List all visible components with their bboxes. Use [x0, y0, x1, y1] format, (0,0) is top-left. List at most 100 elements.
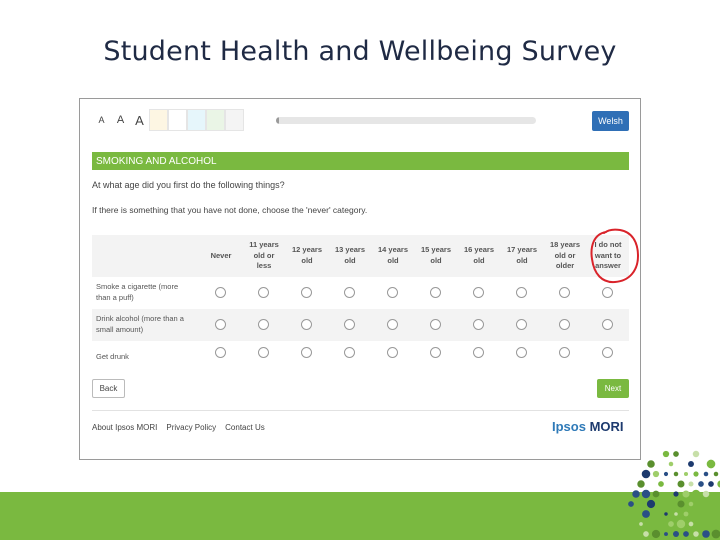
radio-13-years-old[interactable] [344, 287, 355, 298]
column-header-line: old or [253, 250, 275, 260]
column-header-line: old [301, 256, 313, 265]
logo-word-ipsos: Ipsos [552, 419, 586, 434]
red-circle-annotation [590, 228, 640, 284]
radio-i-do-not-want-to-answer[interactable] [602, 347, 613, 358]
decor-dot [677, 480, 685, 488]
back-button[interactable]: Back [92, 379, 125, 398]
text-size-small-button[interactable]: A [92, 109, 111, 131]
radio-never[interactable] [215, 319, 226, 330]
decor-dot [683, 511, 689, 517]
decor-dot [673, 451, 679, 457]
decor-dot [628, 501, 634, 507]
radio-i-do-not-want-to-answer[interactable] [602, 287, 613, 298]
row-label-line: small amount) [96, 325, 144, 334]
decor-dot [677, 500, 685, 508]
column-header-15-years-old: 15 years old [415, 235, 457, 277]
decor-dot [652, 490, 660, 498]
decor-dot [693, 471, 699, 477]
decor-dot [702, 490, 710, 498]
column-header-line: old [344, 256, 356, 265]
section-header: SMOKING AND ALCOHOL [92, 152, 629, 170]
welsh-language-button[interactable]: Welsh [592, 111, 629, 131]
decor-dot [688, 501, 694, 507]
column-header-never: Never [200, 235, 242, 277]
decor-dot [673, 531, 679, 537]
radio-17-years-old[interactable] [516, 347, 527, 358]
contrast-green-button[interactable] [206, 109, 225, 131]
radio-14-years-old[interactable] [387, 319, 398, 330]
decor-dot [646, 499, 656, 509]
decor-dot [673, 471, 679, 477]
text-size-large-button[interactable]: A [130, 109, 149, 131]
radio-15-years-old[interactable] [430, 347, 441, 358]
decor-dot [692, 450, 700, 458]
decor-dot [663, 471, 669, 477]
survey-screenshot: A A A Welsh SMOKING AND ALCOHOL At what … [79, 98, 641, 460]
radio-13-years-old[interactable] [344, 347, 355, 358]
radio-12-years-old[interactable] [301, 287, 312, 298]
radio-14-years-old[interactable] [387, 287, 398, 298]
decor-dot [688, 481, 694, 487]
radio-17-years-old[interactable] [516, 287, 527, 298]
next-button[interactable]: Next [597, 379, 629, 398]
radio-13-years-old[interactable] [344, 319, 355, 330]
decor-dot [683, 531, 689, 537]
column-header-11-years-old-or-less: 11 years old or less [243, 235, 285, 277]
radio-11-years-old-or-less[interactable] [258, 319, 269, 330]
radio-18-years-old-or-older[interactable] [559, 287, 570, 298]
column-header-line: 11 years [249, 239, 279, 249]
radio-11-years-old-or-less[interactable] [258, 287, 269, 298]
column-header-line: less [256, 261, 272, 271]
footer-link-contact[interactable]: Contact Us [225, 423, 265, 432]
column-header-line: 17 years [506, 245, 538, 255]
radio-never[interactable] [215, 287, 226, 298]
grid-row-drink-alcohol-more-than-a-smal: Drink alcohol (more than a small amount) [92, 309, 629, 341]
row-label-line: Drink alcohol (more than a [96, 314, 184, 324]
decor-dot [702, 530, 710, 538]
decor-dot [676, 519, 686, 529]
radio-16-years-old[interactable] [473, 347, 484, 358]
decor-dot [706, 459, 716, 469]
decor-dot [641, 469, 651, 479]
contrast-grey-button[interactable] [225, 109, 244, 131]
column-header-13-years-old: 13 years old [329, 235, 371, 277]
decor-dot [639, 522, 643, 526]
footer-link-about[interactable]: About Ipsos MORI [92, 423, 157, 432]
text-size-medium-button[interactable]: A [111, 109, 130, 131]
decor-dot [682, 490, 690, 498]
contrast-cream-button[interactable] [149, 109, 168, 131]
decorative-dot-pattern [628, 450, 720, 539]
decor-dot [691, 489, 701, 499]
decor-dot [643, 531, 649, 537]
footer-link-privacy[interactable]: Privacy Policy [166, 423, 216, 432]
radio-15-years-old[interactable] [430, 319, 441, 330]
radio-12-years-old[interactable] [301, 347, 312, 358]
column-header-17-years-old: 17 years old [501, 235, 543, 277]
decor-dot [658, 521, 664, 527]
radio-11-years-old-or-less[interactable] [258, 347, 269, 358]
radio-12-years-old[interactable] [301, 319, 312, 330]
footer-links: About Ipsos MORI Privacy Policy Contact … [92, 423, 265, 432]
row-label-line: Get drunk [96, 351, 129, 361]
row-label: Smoke a cigarette (more than a puff) [96, 277, 201, 309]
radio-17-years-old[interactable] [516, 319, 527, 330]
radio-never[interactable] [215, 347, 226, 358]
radio-14-years-old[interactable] [387, 347, 398, 358]
contrast-blue-button[interactable] [187, 109, 206, 131]
contrast-white-button[interactable] [168, 109, 187, 131]
radio-18-years-old-or-older[interactable] [559, 347, 570, 358]
decor-dot [688, 521, 694, 527]
decor-dot [698, 481, 704, 487]
row-label-line: Smoke a cigarette (more [96, 282, 179, 292]
decor-dot [711, 529, 720, 539]
decor-dot [632, 490, 640, 498]
radio-18-years-old-or-older[interactable] [559, 319, 570, 330]
decor-dot [664, 532, 668, 536]
radio-16-years-old[interactable] [473, 319, 484, 330]
column-header-line: old or [554, 250, 576, 260]
accessibility-toolbar: A A A [92, 109, 244, 131]
radio-i-do-not-want-to-answer[interactable] [602, 319, 613, 330]
column-header-line: 16 years [463, 245, 495, 255]
radio-16-years-old[interactable] [473, 287, 484, 298]
radio-15-years-old[interactable] [430, 287, 441, 298]
